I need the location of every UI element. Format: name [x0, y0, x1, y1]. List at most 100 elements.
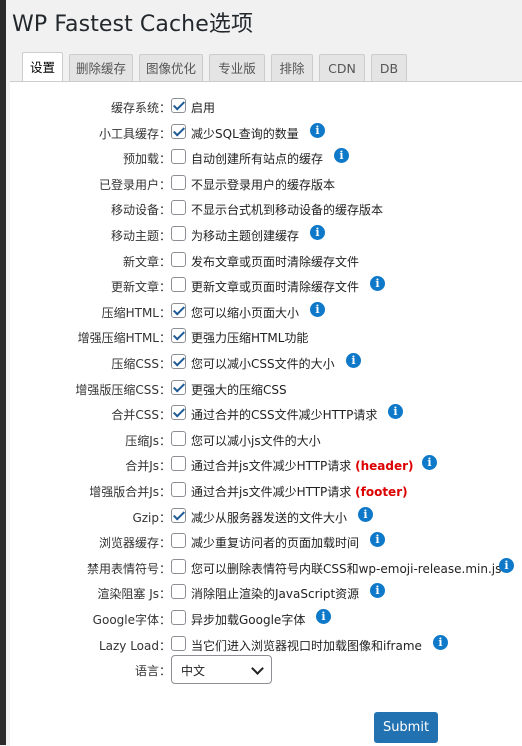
info-icon[interactable]: i: [370, 532, 385, 547]
settings-panel: 缓存系统： 启用小工具缓存： 减少SQL查询的数量 i 预加载： 自动创建所有站点的缓存 i…: [10, 81, 522, 746]
setting-description: 减少SQL查询的数量: [191, 125, 299, 142]
setting-row: 更新文章： 更新文章或页面时清除缓存文件 i: [10, 275, 522, 297]
setting-description-text: 您可以减小CSS文件的大小: [191, 357, 335, 371]
setting-description: 消除阻止渲染的JavaScript资源: [191, 585, 359, 602]
setting-row: 缓存系统： 启用: [10, 96, 522, 118]
tab-delete-cache[interactable]: 删除缓存: [69, 54, 133, 82]
setting-description-text: 更强力压缩HTML功能: [191, 331, 309, 345]
checkbox-unchecked[interactable]: [171, 252, 186, 267]
checkbox-unchecked[interactable]: [171, 431, 186, 446]
setting-label: 合并CSS：: [111, 408, 171, 422]
tab-settings[interactable]: 设置: [22, 52, 63, 82]
setting-label: 已登录用户：: [98, 178, 171, 192]
checkbox-unchecked[interactable]: [171, 533, 186, 548]
info-icon[interactable]: i: [370, 276, 385, 291]
setting-label: 渲染阻塞 Js：: [97, 587, 171, 601]
info-icon[interactable]: i: [422, 455, 437, 470]
tab-db[interactable]: DB: [371, 54, 407, 82]
tab-exclude[interactable]: 排除: [271, 54, 313, 82]
info-icon[interactable]: i: [358, 507, 373, 522]
checkbox-checked[interactable]: [171, 508, 186, 523]
setting-row: 压缩Js： 您可以减小js文件的大小: [10, 429, 522, 451]
checkbox-unchecked[interactable]: [171, 584, 186, 599]
setting-label: 增强版压缩CSS：: [75, 383, 171, 397]
setting-description-text: 您可以删除表情符号内联CSS和wp-emoji-release.min.js: [191, 562, 502, 576]
setting-description-text: 您可以减小js文件的大小: [191, 434, 321, 448]
setting-description: 更强力压缩HTML功能: [191, 329, 308, 346]
checkbox-unchecked[interactable]: [171, 277, 186, 292]
setting-row: 压缩CSS： 您可以减小CSS文件的大小 i: [10, 352, 522, 374]
setting-description: 自动创建所有站点的缓存: [191, 150, 323, 167]
tab-premium[interactable]: 专业版: [209, 54, 265, 82]
setting-label: 禁用表情符号：: [86, 562, 171, 576]
setting-description-text: 减少重复访问者的页面加载时间: [191, 536, 360, 550]
checkbox-unchecked[interactable]: [171, 610, 186, 625]
setting-description-text: 启用: [191, 101, 216, 115]
checkbox-unchecked[interactable]: [171, 226, 186, 241]
setting-description: 更强大的压缩CSS: [191, 381, 287, 398]
checkbox-unchecked[interactable]: [171, 149, 186, 164]
info-icon[interactable]: i: [310, 225, 325, 240]
setting-row: 禁用表情符号： 您可以删除表情符号内联CSS和wp-emoji-release.m…: [10, 557, 522, 579]
setting-description-text: 更强大的压缩CSS: [191, 383, 287, 397]
checkbox-unchecked[interactable]: [171, 636, 186, 651]
language-select[interactable]: 中文: [171, 655, 272, 684]
setting-description-text: 当它们进入浏览器视口时加载图像和iframe: [191, 639, 422, 653]
info-icon[interactable]: i: [334, 148, 349, 163]
setting-label: 压缩HTML：: [101, 306, 171, 320]
setting-description-text: 更新文章或页面时清除缓存文件: [191, 280, 360, 294]
setting-label: 浏览器缓存：: [98, 536, 171, 550]
info-icon[interactable]: i: [346, 353, 361, 368]
tab-cdn[interactable]: CDN: [319, 54, 365, 82]
setting-label: Google字体：: [92, 613, 171, 627]
info-icon[interactable]: i: [310, 302, 325, 317]
checkbox-checked[interactable]: [171, 405, 186, 420]
checkbox-checked[interactable]: [171, 124, 186, 139]
info-icon[interactable]: i: [316, 609, 331, 624]
setting-label: 移动主题：: [110, 229, 171, 243]
setting-row: 已登录用户： 不显示登录用户的缓存版本: [10, 173, 522, 195]
info-icon[interactable]: i: [388, 404, 403, 419]
setting-description-text: 减少SQL查询的数量: [191, 127, 299, 141]
setting-description: 发布文章或页面时清除缓存文件: [191, 253, 359, 270]
tab-image-optimization[interactable]: 图像优化: [139, 54, 203, 82]
checkbox-unchecked[interactable]: [171, 200, 186, 215]
setting-description-text: 您可以缩小页面大小: [191, 306, 300, 320]
checkbox-unchecked[interactable]: [171, 559, 186, 574]
setting-description-text: 通过合并js文件减少HTTP请求: [191, 485, 352, 499]
admin-sidebar-edge: [0, 0, 6, 745]
checkbox-unchecked[interactable]: [171, 456, 186, 471]
checkbox-checked[interactable]: [171, 380, 186, 395]
setting-description: 您可以删除表情符号内联CSS和wp-emoji-release.min.js: [191, 560, 501, 577]
checkbox-checked[interactable]: [171, 354, 186, 369]
setting-row: 浏览器缓存： 减少重复访问者的页面加载时间 i: [10, 531, 522, 553]
setting-description: 您可以减小CSS文件的大小: [191, 355, 335, 372]
setting-description: 当它们进入浏览器视口时加载图像和iframe: [191, 637, 422, 654]
checkbox-unchecked[interactable]: [171, 175, 186, 190]
info-icon[interactable]: i: [499, 558, 514, 573]
checkbox-checked[interactable]: [171, 303, 186, 318]
setting-description-text: 消除阻止渲染的JavaScript资源: [191, 587, 360, 601]
checkbox-unchecked[interactable]: [171, 482, 186, 497]
setting-description-text: 自动创建所有站点的缓存: [191, 152, 324, 166]
setting-description: 减少从服务器发送的文件大小: [191, 509, 347, 526]
checkbox-checked[interactable]: [171, 98, 186, 113]
setting-label: 预加载：: [122, 152, 171, 166]
submit-button[interactable]: Submit: [374, 712, 438, 743]
setting-description-text: 通过合并js文件减少HTTP请求: [191, 459, 352, 473]
setting-row: 小工具缓存： 减少SQL查询的数量 i: [10, 122, 522, 144]
setting-description: 不显示台式机到移动设备的缓存版本: [191, 201, 383, 218]
settings-tabs: 设置 删除缓存 图像优化 专业版 排除 CDN DB: [22, 52, 413, 82]
info-icon[interactable]: i: [310, 123, 325, 138]
setting-row: 移动设备： 不显示台式机到移动设备的缓存版本: [10, 198, 522, 220]
setting-row: 渲染阻塞 Js： 消除阻止渲染的JavaScript资源 i: [10, 582, 522, 604]
setting-label: 增强压缩HTML：: [77, 331, 171, 345]
setting-label: 缓存系统：: [110, 101, 171, 115]
setting-description: 不显示登录用户的缓存版本: [191, 176, 335, 193]
setting-description-text: 异步加载Google字体: [191, 613, 306, 627]
setting-label: Gzip：: [132, 511, 171, 525]
info-icon[interactable]: i: [433, 635, 448, 650]
setting-label: 小工具缓存：: [98, 127, 171, 141]
checkbox-checked[interactable]: [171, 328, 186, 343]
info-icon[interactable]: i: [370, 583, 385, 598]
